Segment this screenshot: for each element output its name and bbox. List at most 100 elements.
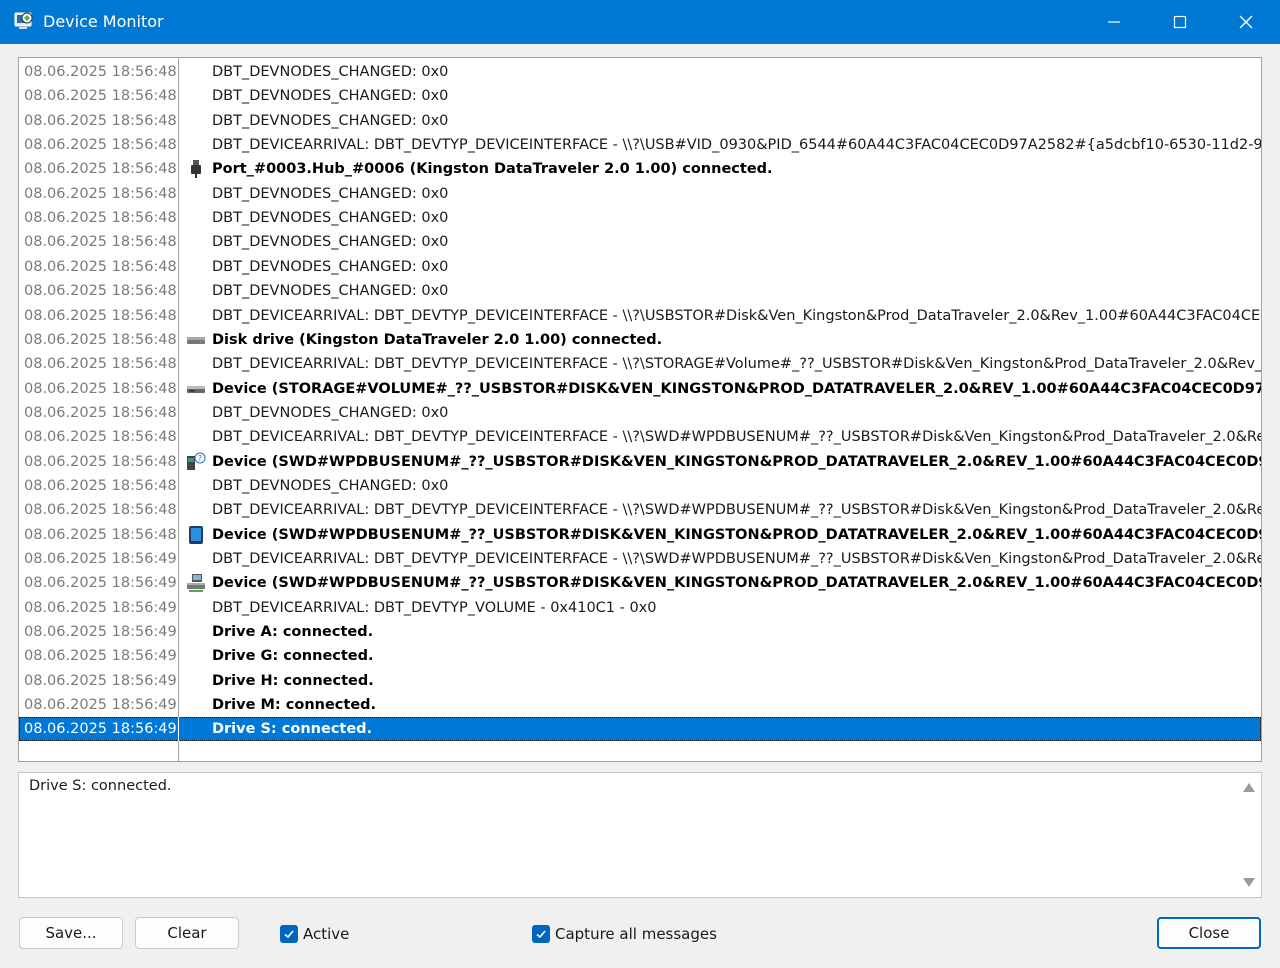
log-timestamp: 08.06.2025 18:56:48	[24, 356, 177, 373]
log-row[interactable]: 08.06.2025 18:56:49 Drive H: connected.	[19, 669, 1261, 693]
log-timestamp: 08.06.2025 18:56:48	[24, 88, 177, 105]
log-timestamp: 08.06.2025 18:56:48	[24, 137, 177, 154]
selection-separator	[178, 717, 179, 742]
log-row[interactable]: 08.06.2025 18:56:49 Drive G: connected.	[19, 644, 1261, 668]
maximize-button[interactable]	[1147, 0, 1213, 44]
log-timestamp: 08.06.2025 18:56:48	[24, 112, 177, 129]
save-button[interactable]: Save...	[19, 917, 123, 949]
log-row[interactable]: 08.06.2025 18:56:48? Device (SWD#WPDBUSEN…	[19, 450, 1261, 474]
clear-button[interactable]: Clear	[135, 917, 239, 949]
maximize-icon	[1173, 15, 1187, 29]
network-drive-icon	[186, 573, 206, 593]
log-row[interactable]: 08.06.2025 18:56:48 Disk drive (Kingston …	[19, 328, 1261, 352]
log-row[interactable]: 08.06.2025 18:56:48 DBT_DEVNODES_CHANGED:…	[19, 255, 1261, 279]
log-timestamp: 08.06.2025 18:56:49	[24, 648, 177, 665]
log-message: DBT_DEVNODES_CHANGED: 0x0	[212, 64, 449, 80]
log-message: DBT_DEVNODES_CHANGED: 0x0	[212, 88, 449, 105]
log-message: DBT_DEVICEARRIVAL: DBT_DEVTYP_DEVICEINTE…	[212, 356, 1262, 373]
log-row[interactable]: 08.06.2025 18:56:49 Device (SWD#WPDBUSENU…	[19, 571, 1261, 595]
log-row[interactable]: 08.06.2025 18:56:48 DBT_DEVNODES_CHANGED:…	[19, 474, 1261, 498]
message-detail-box[interactable]: Drive S: connected.	[18, 772, 1262, 898]
log-message: DBT_DEVICEARRIVAL: DBT_DEVTYP_DEVICEINTE…	[212, 137, 1262, 154]
log-timestamp: 08.06.2025 18:56:48	[24, 429, 177, 446]
log-row[interactable]: 08.06.2025 18:56:48 Device (STORAGE#VOLUM…	[19, 377, 1261, 401]
minimize-button[interactable]	[1081, 0, 1147, 44]
log-timestamp: 08.06.2025 18:56:48	[24, 502, 177, 519]
log-message: DBT_DEVNODES_CHANGED: 0x0	[212, 258, 449, 275]
active-label: Active	[303, 925, 350, 943]
log-timestamp: 08.06.2025 18:56:48	[24, 258, 177, 275]
log-message: Device (SWD#WPDBUSENUM#_??_USBSTOR#DISK&…	[212, 453, 1262, 470]
device-monitor-app-icon	[14, 12, 33, 29]
log-timestamp: 08.06.2025 18:56:49	[24, 575, 177, 592]
log-row[interactable]: 08.06.2025 18:56:48 DBT_DEVNODES_CHANGED:…	[19, 109, 1261, 133]
log-timestamp: 08.06.2025 18:56:49	[24, 697, 177, 714]
log-row[interactable]: 08.06.2025 18:56:48 DBT_DEVNODES_CHANGED:…	[19, 401, 1261, 425]
log-message: DBT_DEVICEARRIVAL: DBT_DEVTYP_DEVICEINTE…	[212, 551, 1262, 567]
log-timestamp: 08.06.2025 18:56:48	[24, 210, 177, 227]
log-timestamp: 08.06.2025 18:56:48	[24, 380, 177, 397]
log-message: Drive A: connected.	[212, 624, 374, 641]
log-row[interactable]: 08.06.2025 18:56:49 DBT_DEVICEARRIVAL: DB…	[19, 596, 1261, 620]
log-row[interactable]: 08.06.2025 18:56:48 Device (SWD#WPDBUSENU…	[19, 523, 1261, 547]
log-message: DBT_DEVNODES_CHANGED: 0x0	[212, 404, 449, 421]
log-row[interactable]: 08.06.2025 18:56:48 DBT_DEVICEARRIVAL: DB…	[19, 304, 1261, 328]
log-row[interactable]: 08.06.2025 18:56:48 DBT_DEVICEARRIVAL: DB…	[19, 498, 1261, 522]
checkmark-icon	[280, 925, 298, 943]
window-title: Device Monitor	[43, 12, 164, 31]
portable-device-icon	[186, 525, 206, 545]
log-timestamp: 08.06.2025 18:56:48	[24, 185, 177, 202]
log-timestamp: 08.06.2025 18:56:49	[24, 551, 177, 567]
log-row[interactable]: 08.06.2025 18:56:49 Drive S: connected.	[19, 717, 1261, 742]
log-row[interactable]: 08.06.2025 18:56:48 DBT_DEVICEARRIVAL: DB…	[19, 425, 1261, 449]
log-message: DBT_DEVICEARRIVAL: DBT_DEVTYP_DEVICEINTE…	[212, 429, 1262, 446]
log-row[interactable]: 08.06.2025 18:56:48 DBT_DEVICEARRIVAL: DB…	[19, 352, 1261, 376]
detail-scrollbar[interactable]	[1237, 773, 1261, 897]
detail-text: Drive S: connected.	[29, 778, 172, 794]
log-timestamp: 08.06.2025 18:56:49	[24, 721, 177, 738]
log-message: Drive G: connected.	[212, 648, 374, 665]
title-bar[interactable]: Device Monitor	[0, 0, 1280, 44]
log-row[interactable]: 08.06.2025 18:56:48 DBT_DEVNODES_CHANGED:…	[19, 206, 1261, 230]
scroll-up-icon[interactable]	[1243, 783, 1255, 792]
log-message: DBT_DEVICEARRIVAL: DBT_DEVTYP_DEVICEINTE…	[212, 502, 1262, 519]
log-row[interactable]: 08.06.2025 18:56:48 DBT_DEVNODES_CHANGED:…	[19, 279, 1261, 303]
log-message: Drive M: connected.	[212, 697, 377, 714]
log-message: Device (SWD#WPDBUSENUM#_??_USBSTOR#DISK&…	[212, 575, 1262, 592]
log-message: DBT_DEVNODES_CHANGED: 0x0	[212, 210, 449, 227]
log-timestamp: 08.06.2025 18:56:48	[24, 477, 177, 494]
log-row[interactable]: 08.06.2025 18:56:49 Drive M: connected.	[19, 693, 1261, 717]
log-row[interactable]: 08.06.2025 18:56:49 Drive A: connected.	[19, 620, 1261, 644]
log-row[interactable]: 08.06.2025 18:56:48 DBT_DEVNODES_CHANGED:…	[19, 60, 1261, 84]
log-row[interactable]: 08.06.2025 18:56:48 DBT_DEVICEARRIVAL: DB…	[19, 133, 1261, 157]
log-timestamp: 08.06.2025 18:56:49	[24, 672, 177, 689]
svg-text:?: ?	[198, 454, 202, 463]
message-log-list[interactable]: 08.06.2025 18:56:48 DBT_DEVNODES_CHANGED:…	[18, 57, 1262, 762]
log-message: DBT_DEVICEARRIVAL: DBT_DEVTYP_VOLUME - 0…	[212, 599, 657, 616]
log-message: DBT_DEVNODES_CHANGED: 0x0	[212, 283, 449, 300]
log-timestamp: 08.06.2025 18:56:48	[24, 453, 177, 470]
log-row[interactable]: 08.06.2025 18:56:48 DBT_DEVNODES_CHANGED:…	[19, 84, 1261, 108]
log-row[interactable]: 08.06.2025 18:56:49 DBT_DEVICEARRIVAL: DB…	[19, 547, 1261, 571]
close-icon	[1239, 15, 1253, 29]
log-row[interactable]: 08.06.2025 18:56:48 Port_#0003.Hub_#0006 …	[19, 157, 1261, 181]
checkmark-icon	[532, 925, 550, 943]
capture-all-messages-checkbox[interactable]: Capture all messages	[532, 923, 717, 945]
log-timestamp: 08.06.2025 18:56:49	[24, 599, 177, 616]
close-button[interactable]: Close	[1157, 917, 1261, 949]
usb-plug-icon	[186, 159, 206, 179]
volume-drive-icon	[186, 379, 206, 399]
scroll-down-icon[interactable]	[1243, 878, 1255, 887]
log-row[interactable]: 08.06.2025 18:56:48 DBT_DEVNODES_CHANGED:…	[19, 182, 1261, 206]
log-timestamp: 08.06.2025 18:56:49	[24, 624, 177, 641]
log-timestamp: 08.06.2025 18:56:48	[24, 526, 177, 543]
disk-drive-icon	[186, 330, 206, 350]
active-checkbox[interactable]: Active	[280, 923, 349, 945]
log-timestamp: 08.06.2025 18:56:48	[24, 234, 177, 251]
log-message: DBT_DEVNODES_CHANGED: 0x0	[212, 234, 449, 251]
capture-all-messages-label: Capture all messages	[555, 925, 717, 943]
close-window-button[interactable]	[1213, 0, 1279, 44]
log-row[interactable]: 08.06.2025 18:56:48 DBT_DEVNODES_CHANGED:…	[19, 230, 1261, 254]
log-message: Device (SWD#WPDBUSENUM#_??_USBSTOR#DISK&…	[212, 526, 1262, 543]
log-timestamp: 08.06.2025 18:56:48	[24, 307, 177, 324]
